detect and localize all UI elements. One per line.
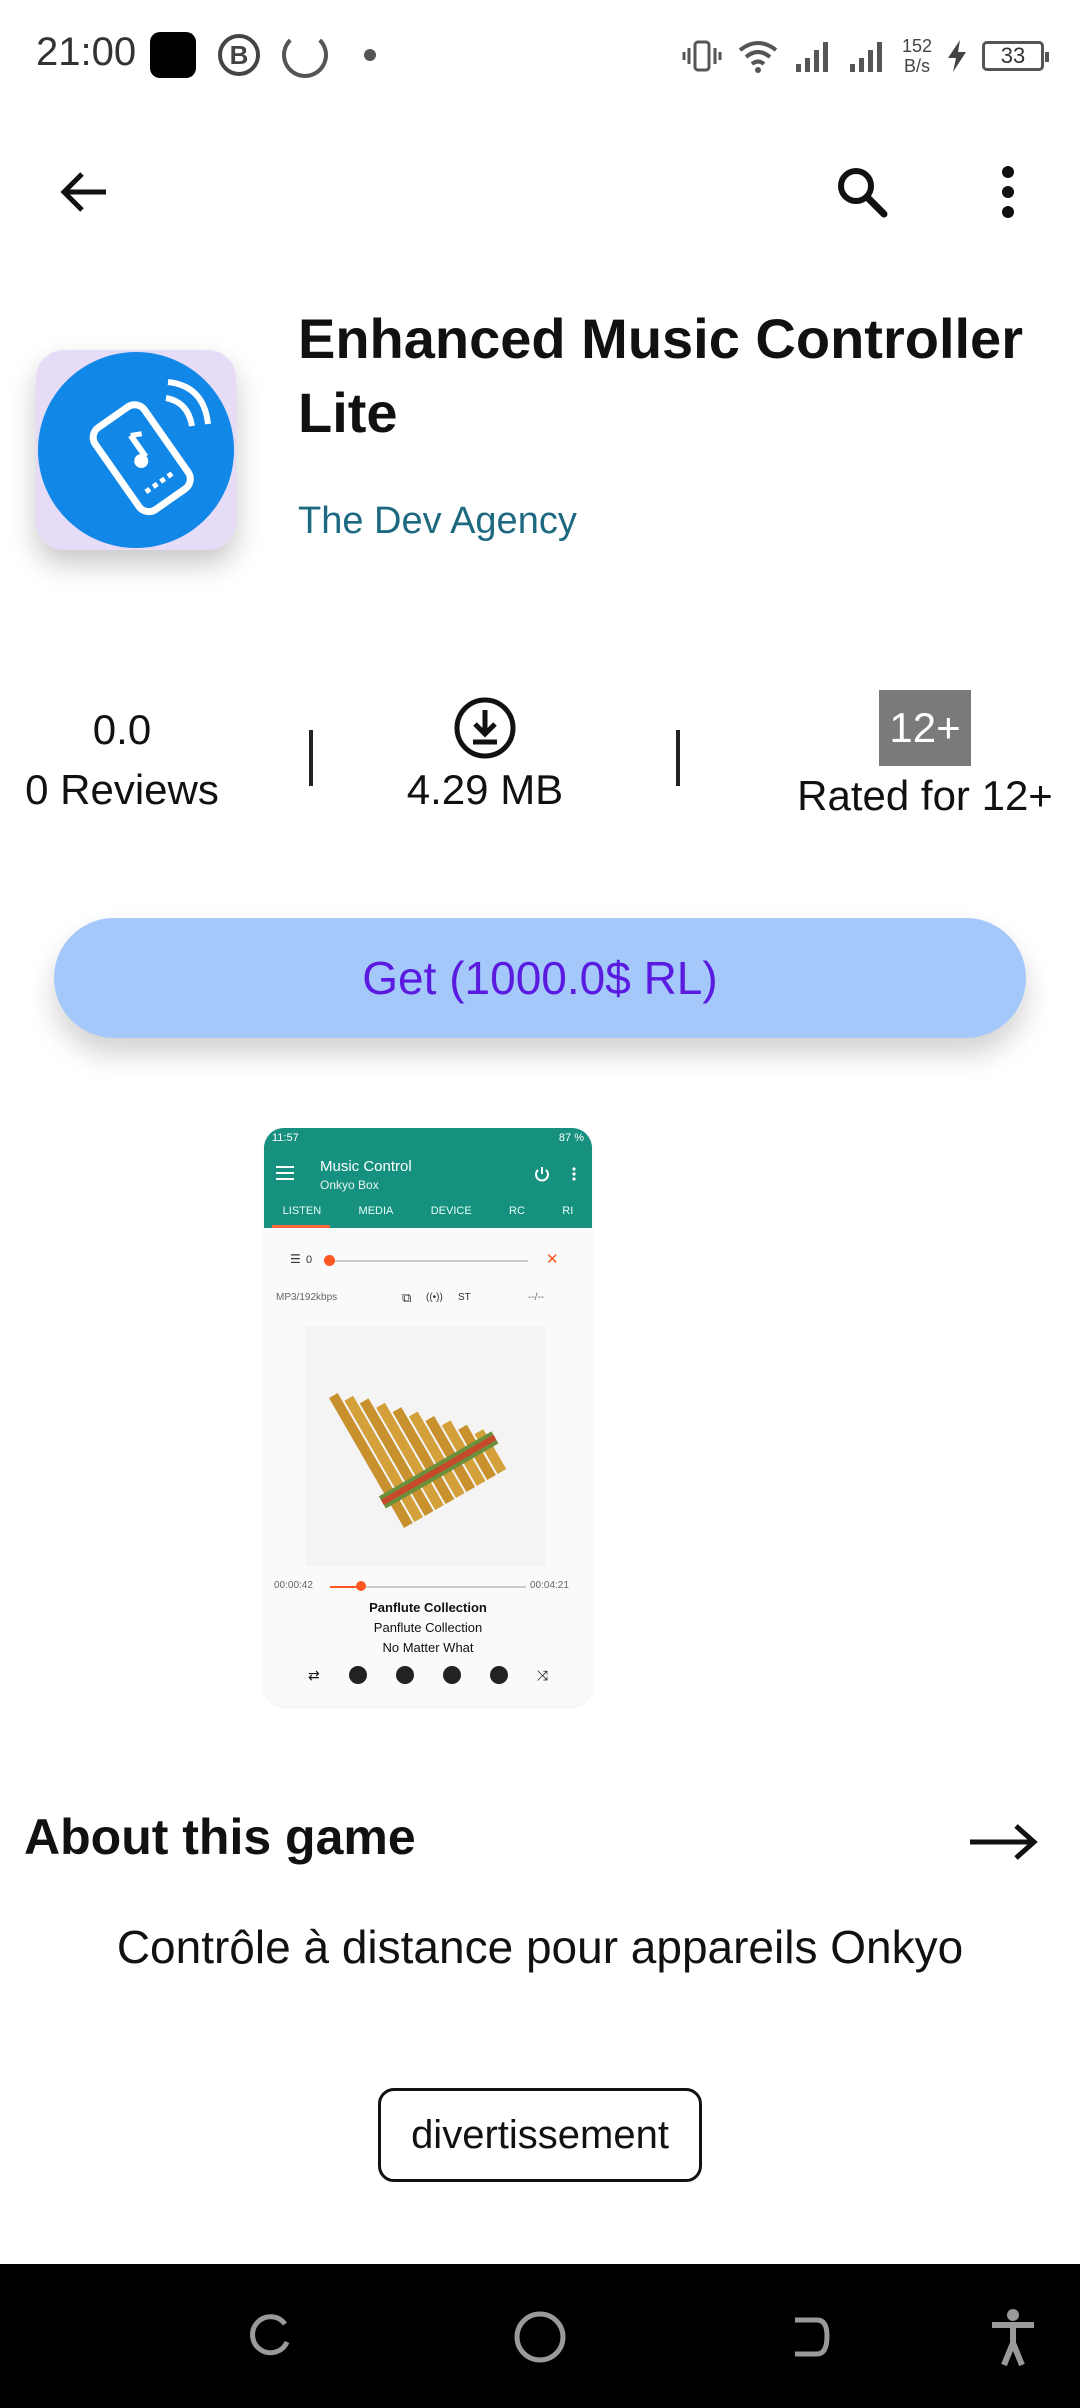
- download-icon: [454, 697, 516, 759]
- equalizer-icon: ☰: [290, 1252, 301, 1266]
- power-icon: [535, 1167, 549, 1182]
- back-button[interactable]: [44, 152, 124, 232]
- home-button[interactable]: [505, 2302, 575, 2372]
- reviews-count: 0 Reviews: [25, 766, 219, 813]
- back-nav-button[interactable]: [773, 2302, 843, 2372]
- next-icon: [489, 1666, 508, 1684]
- size-stat: 4.29 MB: [380, 696, 590, 814]
- panflute-image: [329, 1393, 507, 1528]
- about-title: About this game: [24, 1809, 416, 1865]
- top-app-bar: [0, 140, 1080, 250]
- search-button[interactable]: [822, 152, 902, 232]
- mute-icon: ✕: [546, 1251, 559, 1268]
- b-notification-icon: B: [218, 34, 260, 76]
- artist-name: No Matter What: [382, 1640, 474, 1655]
- age-rating-badge: 12+: [879, 690, 971, 766]
- back-icon: [795, 2317, 830, 2357]
- pause-icon: [442, 1666, 461, 1684]
- screenshot-subtitle: Onkyo Box: [320, 1178, 379, 1192]
- total-time: 00:04:21: [530, 1580, 569, 1591]
- arrow-left-icon: [60, 172, 106, 212]
- track-title: Panflute Collection: [369, 1600, 487, 1615]
- app-description: Contrôle à distance pour appareils Onkyo: [116, 1921, 964, 1973]
- album-name: Panflute Collection: [373, 1620, 483, 1635]
- screenshot-status-time: 11:57: [272, 1132, 299, 1144]
- recents-button[interactable]: [235, 2302, 305, 2372]
- elapsed-time: 00:00:42: [274, 1580, 313, 1591]
- app-screenshot[interactable]: 11:57 87 % Music Control Onkyo Box LISTE…: [264, 1128, 592, 1706]
- age-rating-label: Rated for 12+: [797, 772, 1053, 819]
- status-icons: 152 B/s 33: [682, 28, 1049, 84]
- battery-indicator: 33: [982, 41, 1049, 71]
- shuffle-icon: ⤨: [536, 1666, 548, 1683]
- player-controls: ⇄ ⤨: [308, 1666, 548, 1684]
- notification-app-icon: [150, 32, 196, 78]
- accessibility-button[interactable]: [978, 2302, 1048, 2372]
- home-icon: [514, 2311, 566, 2363]
- volume-value: 0: [306, 1254, 313, 1266]
- more-options-button[interactable]: [968, 152, 1048, 232]
- repeat-icon: ⇄: [308, 1666, 320, 1683]
- app-size: 4.29 MB: [406, 766, 564, 813]
- remote-music-icon: [89, 379, 211, 516]
- stereo-label: ST: [458, 1292, 471, 1303]
- progress-thumb: [356, 1581, 366, 1591]
- recents-icon: [250, 2314, 290, 2356]
- format-label: MP3/192kbps: [276, 1292, 338, 1303]
- input-icon: ⧉: [402, 1290, 412, 1305]
- accessibility-icon: [992, 2309, 1034, 2367]
- album-art: [306, 1326, 546, 1566]
- signal-icon-2: [849, 42, 882, 72]
- rating-stat: 0.0 0 Reviews: [14, 700, 230, 820]
- screenshot-tabs: LISTEN MEDIA DEVICE RC RI: [264, 1196, 592, 1228]
- rating-value: 0.0: [92, 706, 152, 753]
- wifi-icon: [738, 41, 778, 73]
- status-time: 21:00: [36, 30, 137, 74]
- stat-divider: [676, 730, 680, 786]
- get-button[interactable]: Get (1000.0$ RL): [54, 918, 1026, 1038]
- vibrate-icon: [682, 40, 722, 72]
- loading-icon: [282, 32, 328, 78]
- about-more-button[interactable]: [964, 1812, 1044, 1872]
- category-chip[interactable]: divertissement: [378, 2088, 702, 2182]
- navigation-bar: [0, 2264, 1080, 2408]
- developer-link[interactable]: The Dev Agency: [298, 500, 577, 543]
- charging-icon: [948, 40, 966, 72]
- stat-divider: [309, 730, 313, 786]
- more-vertical-icon: [1002, 166, 1014, 218]
- arrow-right-icon: [970, 1824, 1038, 1860]
- screenshot-title: Music Control: [320, 1158, 412, 1175]
- network-speed: 152 B/s: [901, 36, 932, 76]
- track-number: --/--: [528, 1292, 545, 1303]
- app-icon: [36, 350, 236, 550]
- previous-icon: [348, 1666, 367, 1684]
- status-bar: 21:00 B 152 B/s 33: [0, 0, 1080, 110]
- hamburger-icon: [276, 1166, 294, 1180]
- more-vertical-icon: [572, 1167, 576, 1181]
- more-notifications-dot: [364, 49, 376, 61]
- signal-icon-1: [795, 42, 828, 72]
- search-icon: [838, 168, 888, 218]
- age-rating-stat: 12+ Rated for 12+: [782, 690, 1068, 820]
- app-title: Enhanced Music Controller Lite: [298, 307, 1023, 444]
- screenshot-status-battery: 87 %: [558, 1132, 584, 1144]
- stop-icon: [395, 1666, 414, 1684]
- volume-slider-thumb: [324, 1255, 335, 1266]
